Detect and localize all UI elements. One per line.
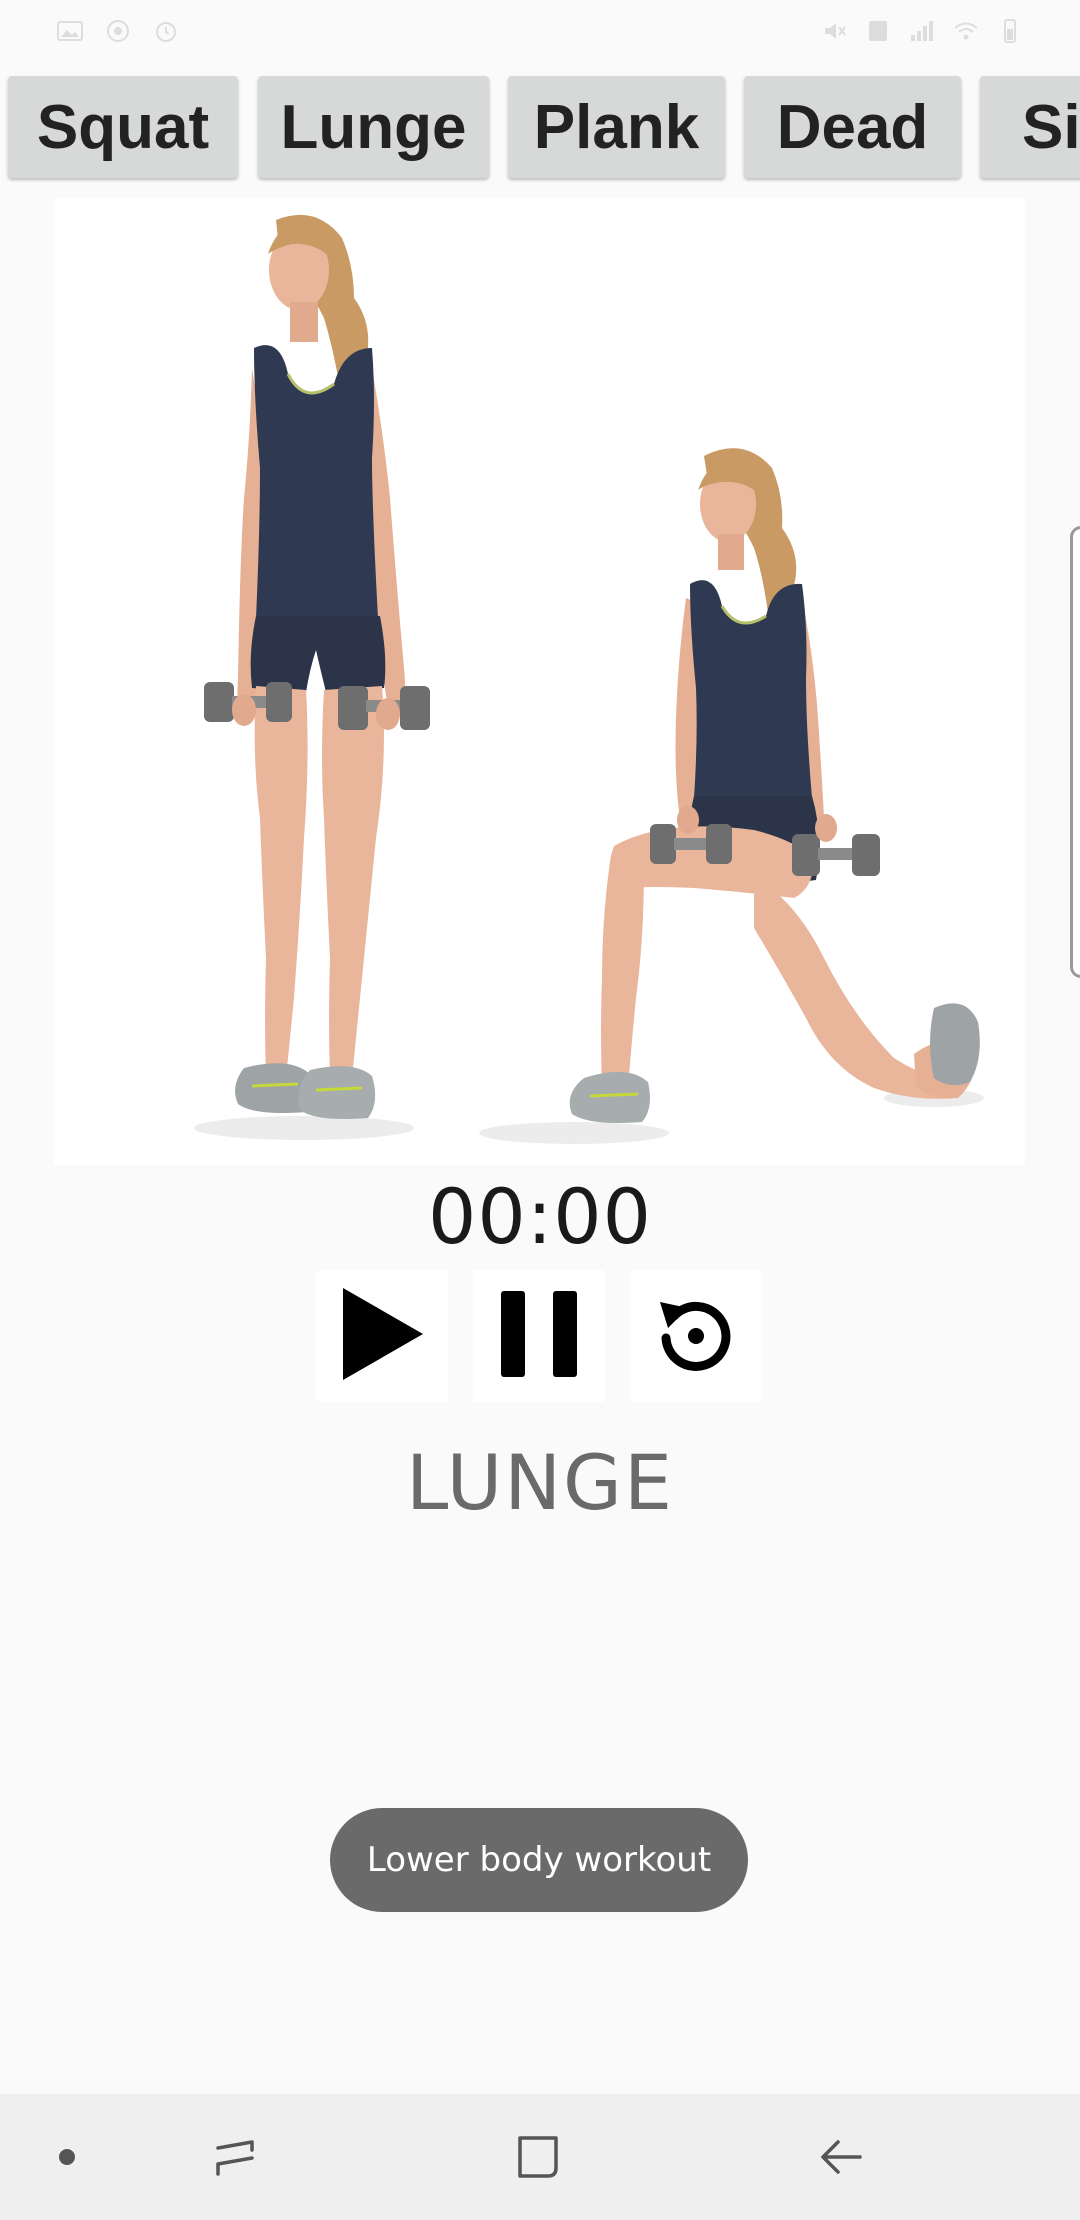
nfc-icon: [864, 17, 892, 45]
wifi-icon: [952, 17, 980, 45]
battery-icon: [996, 17, 1024, 45]
alarm-icon: [152, 17, 180, 45]
pause-button[interactable]: [473, 1270, 605, 1402]
back-icon[interactable]: [808, 2124, 874, 2190]
tab-si[interactable]: Si: [980, 76, 1080, 178]
status-right-icons: [820, 16, 1024, 46]
sync-icon: [104, 17, 132, 45]
mute-icon: [820, 17, 848, 45]
signal-icon: [908, 17, 936, 45]
reset-icon: [654, 1292, 738, 1381]
tab-plank[interactable]: Plank: [508, 76, 725, 178]
lunge-illustration: [54, 198, 1025, 1165]
tab-squat[interactable]: Squat: [8, 76, 238, 178]
exercise-name: LUNGE: [406, 1438, 674, 1527]
tab-lunge[interactable]: Lunge: [258, 76, 489, 178]
status-left-icons: [56, 16, 180, 46]
play-icon: [339, 1284, 425, 1389]
home-icon[interactable]: [506, 2124, 572, 2190]
reset-button[interactable]: [630, 1270, 762, 1402]
dot-icon[interactable]: [34, 2124, 100, 2190]
exercise-tabs: Squat Lunge Plank Dead Si: [0, 70, 1080, 188]
gallery-icon: [56, 17, 84, 45]
play-button[interactable]: [316, 1270, 448, 1402]
timer-display: 00:00: [427, 1172, 653, 1261]
status-bar: [0, 0, 1080, 62]
edge-panel-handle[interactable]: [1070, 526, 1080, 978]
recents-icon[interactable]: [204, 2124, 270, 2190]
navigation-bar: [0, 2094, 1080, 2220]
toast-message: Lower body workout: [330, 1808, 748, 1912]
pause-icon: [499, 1289, 579, 1384]
tab-dead[interactable]: Dead: [744, 76, 961, 178]
